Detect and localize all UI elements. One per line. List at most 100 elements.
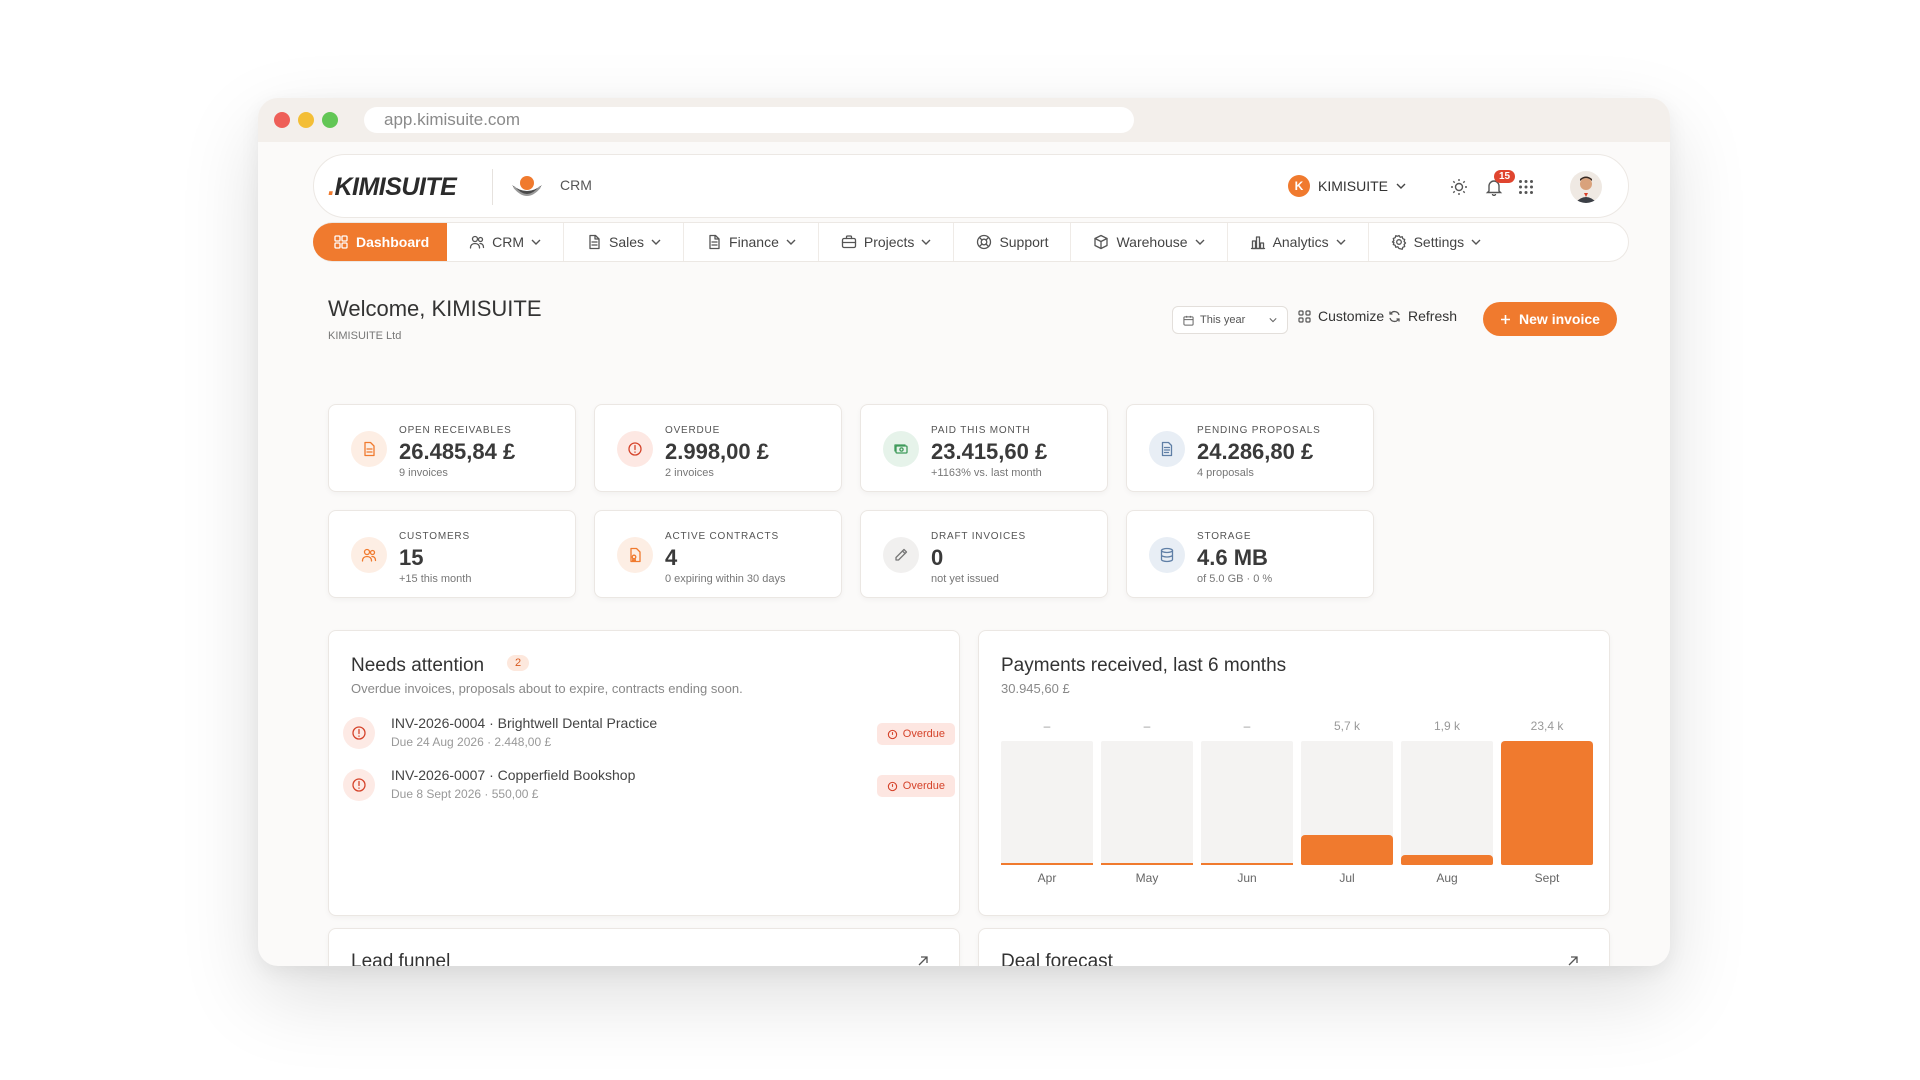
users-icon bbox=[361, 548, 377, 562]
chevron-down-icon bbox=[1396, 183, 1406, 189]
kpi-value: 4.6 MB bbox=[1197, 545, 1268, 570]
nav-analytics[interactable]: Analytics bbox=[1228, 223, 1369, 261]
nav-label: Sales bbox=[609, 234, 645, 250]
nav-crm[interactable]: CRM bbox=[447, 223, 565, 261]
arrow-up-right-icon[interactable] bbox=[1567, 955, 1579, 966]
arrow-up-right-icon[interactable] bbox=[917, 955, 929, 966]
nav-label: CRM bbox=[492, 234, 525, 250]
org-avatar: K bbox=[1288, 175, 1310, 197]
bar-data-label: – bbox=[1143, 719, 1151, 733]
nav-support[interactable]: Support bbox=[954, 223, 1072, 261]
attention-item-title: INV-2026-0007 · Copperfield Bookshop bbox=[391, 767, 636, 783]
kpi-icon bbox=[883, 431, 919, 467]
kpi-card-active-contracts[interactable]: ACTIVE CONTRACTS 4 0 expiring within 30 … bbox=[594, 510, 842, 598]
nav-finance[interactable]: Finance bbox=[684, 223, 819, 261]
nav-settings[interactable]: Settings bbox=[1369, 223, 1504, 261]
kpi-card-draft-invoices[interactable]: DRAFT INVOICES 0 not yet issued bbox=[860, 510, 1108, 598]
x-tick-label: Sept bbox=[1534, 871, 1560, 885]
kpi-label: PENDING PROPOSALS bbox=[1197, 425, 1321, 436]
bar-data-label: 1,9 k bbox=[1433, 719, 1460, 733]
theme-toggle-button[interactable] bbox=[1447, 175, 1471, 199]
bar-may[interactable] bbox=[1101, 863, 1193, 865]
bar-apr[interactable] bbox=[1001, 863, 1093, 865]
box-icon bbox=[1094, 234, 1109, 250]
kpi-subtext: +1163% vs. last month bbox=[931, 467, 1042, 479]
kpi-icon bbox=[351, 431, 387, 467]
company-name: KIMISUITE Ltd bbox=[328, 330, 402, 342]
bar-jul[interactable] bbox=[1301, 835, 1393, 865]
lifebuoy-icon bbox=[977, 234, 992, 250]
bar-track bbox=[1501, 741, 1593, 865]
app-grid-button[interactable] bbox=[1514, 175, 1538, 199]
attention-item[interactable]: INV-2026-0004 · Brightwell Dental Practi… bbox=[343, 711, 955, 757]
kpi-card-pending-proposals[interactable]: PENDING PROPOSALS 24.286,80 £ 4 proposal… bbox=[1126, 404, 1374, 492]
user-avatar[interactable] bbox=[1570, 171, 1602, 203]
minimize-window-button[interactable] bbox=[298, 112, 314, 128]
kpi-card-storage[interactable]: STORAGE 4.6 MB of 5.0 GB · 0 % bbox=[1126, 510, 1374, 598]
kpi-card-paid-this-month[interactable]: PAID THIS MONTH 23.415,60 £ +1163% vs. l… bbox=[860, 404, 1108, 492]
close-window-button[interactable] bbox=[274, 112, 290, 128]
database-icon bbox=[1160, 547, 1174, 563]
attention-item-due: Due 24 Aug 2026 · 2.448,00 £ bbox=[391, 735, 552, 749]
period-select-value: This year bbox=[1200, 314, 1246, 326]
status-badge-label: Overdue bbox=[902, 780, 945, 792]
attention-item-due: Due 8 Sept 2026 · 550,00 £ bbox=[391, 787, 539, 801]
attention-item[interactable]: INV-2026-0007 · Copperfield Bookshop Due… bbox=[343, 763, 955, 809]
divider bbox=[492, 169, 493, 205]
kpi-card-customers[interactable]: CUSTOMERS 15 +15 this month bbox=[328, 510, 576, 598]
deal-forecast-title: Deal forecast bbox=[1001, 951, 1113, 966]
org-switcher[interactable]: K KIMISUITE bbox=[1288, 175, 1406, 197]
kpi-card-overdue[interactable]: OVERDUE 2.998,00 £ 2 invoices bbox=[594, 404, 842, 492]
kpi-card-open-receivables[interactable]: OPEN RECEIVABLES 26.485,84 £ 9 invoices bbox=[328, 404, 576, 492]
maximize-window-button[interactable] bbox=[322, 112, 338, 128]
kpi-value: 15 bbox=[399, 545, 424, 570]
chevron-down-icon bbox=[1336, 239, 1346, 245]
user-avatar-icon bbox=[1575, 176, 1597, 203]
x-tick-label: Apr bbox=[1037, 871, 1057, 885]
period-select[interactable]: This year bbox=[1172, 306, 1288, 334]
kpi-subtext: of 5.0 GB · 0 % bbox=[1197, 573, 1273, 585]
address-bar[interactable]: app.kimisuite.com bbox=[364, 107, 1134, 133]
kpi-label: CUSTOMERS bbox=[399, 531, 470, 542]
gear-icon bbox=[1391, 234, 1406, 250]
bar-jun[interactable] bbox=[1201, 863, 1293, 865]
briefcase-icon bbox=[841, 235, 857, 249]
bar-sept[interactable] bbox=[1501, 741, 1593, 865]
chart-total: 30.945,60 £ bbox=[1001, 681, 1070, 696]
kpi-label: OVERDUE bbox=[665, 425, 721, 436]
kpi-icon bbox=[617, 537, 653, 573]
pencil-icon bbox=[895, 548, 908, 561]
kpi-icon bbox=[351, 537, 387, 573]
chevron-down-icon bbox=[1471, 239, 1481, 245]
kpi-label: PAID THIS MONTH bbox=[931, 425, 1031, 436]
kpi-label: ACTIVE CONTRACTS bbox=[665, 531, 779, 542]
invoice-icon bbox=[364, 441, 375, 457]
bar-chart-icon bbox=[1250, 236, 1265, 250]
brand-logo[interactable]: .KIMISUITE bbox=[328, 173, 457, 202]
kpi-value: 2.998,00 £ bbox=[665, 439, 769, 464]
users-icon bbox=[469, 235, 485, 249]
nav-warehouse[interactable]: Warehouse bbox=[1071, 223, 1228, 261]
bar-aug[interactable] bbox=[1401, 855, 1493, 865]
customize-button[interactable]: Customize bbox=[1298, 308, 1384, 324]
refresh-button[interactable]: Refresh bbox=[1388, 308, 1457, 324]
attention-count-badge: 2 bbox=[507, 655, 530, 671]
nav-sales[interactable]: Sales bbox=[564, 223, 685, 261]
kpi-value: 0 bbox=[931, 545, 944, 570]
lead-funnel-card: Lead funnel bbox=[328, 928, 960, 966]
notifications-button[interactable]: 15 bbox=[1482, 170, 1516, 199]
refresh-icon bbox=[1389, 310, 1400, 322]
status-badge-label: Overdue bbox=[902, 728, 945, 740]
nav-projects[interactable]: Projects bbox=[819, 223, 955, 261]
nav-dashboard[interactable]: Dashboard bbox=[313, 223, 448, 261]
bar-data-label: 5,7 k bbox=[1333, 719, 1360, 733]
attention-item-title: INV-2026-0004 · Brightwell Dental Practi… bbox=[391, 715, 658, 731]
contract-icon bbox=[630, 547, 641, 563]
new-invoice-button[interactable]: New invoice bbox=[1483, 302, 1617, 336]
nav-label: Warehouse bbox=[1116, 234, 1188, 250]
needs-attention-title: Needs attention bbox=[351, 655, 485, 676]
kpi-icon bbox=[1149, 537, 1185, 573]
x-tick-label: May bbox=[1135, 871, 1159, 885]
kpi-icon bbox=[883, 537, 919, 573]
main-nav: Dashboard CRM Sales Finance Projects Support W… bbox=[313, 222, 1629, 262]
